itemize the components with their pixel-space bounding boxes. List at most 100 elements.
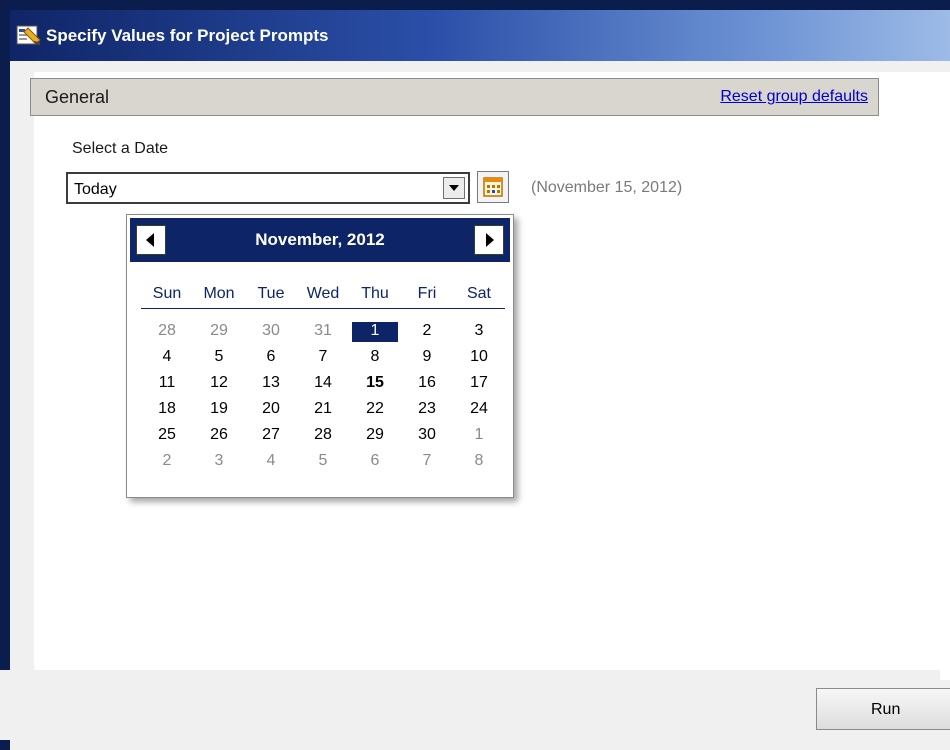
calendar-day-label: 16: [418, 374, 436, 391]
calendar-day[interactable]: 6: [245, 345, 297, 369]
calendar-day-label: 6: [370, 452, 380, 469]
calendar-day[interactable]: 3: [453, 319, 505, 343]
dialog-footer: [0, 670, 940, 740]
calendar-day-label: 17: [470, 374, 488, 391]
calendar-day[interactable]: 4: [141, 345, 193, 369]
calendar-day[interactable]: 25: [141, 423, 193, 447]
date-prompt-label: Select a Date: [72, 140, 169, 157]
day-name-mon: Mon: [203, 285, 235, 302]
calendar-day[interactable]: 5: [297, 449, 349, 473]
calendar-day[interactable]: 28: [141, 319, 193, 343]
calendar-day-label: 7: [318, 348, 328, 365]
calendar-day-label: 18: [158, 400, 176, 417]
calendar-day-label: 29: [366, 426, 384, 443]
calendar-day-label: 23: [418, 400, 436, 417]
calendar-day[interactable]: 20: [245, 397, 297, 421]
calendar-day[interactable]: 14: [297, 371, 349, 395]
group-title: General: [45, 87, 110, 107]
calendar-header: November, 2012: [130, 218, 510, 262]
calendar-day[interactable]: 16: [401, 371, 453, 395]
calendar-day-label: 8: [370, 348, 380, 365]
calendar-day-label: 28: [158, 322, 176, 339]
calendar-day[interactable]: 2: [401, 319, 453, 343]
day-name-thu: Thu: [361, 285, 389, 302]
calendar-day[interactable]: 22: [349, 397, 401, 421]
calendar-day[interactable]: 7: [297, 345, 349, 369]
calendar-day[interactable]: 1: [349, 319, 401, 343]
calendar-day-names: Sun Mon Tue Wed Thu Fri Sat: [141, 285, 505, 309]
calendar-day[interactable]: 30: [245, 319, 297, 343]
calendar-day-label: 4: [266, 452, 276, 469]
calendar-day-label: 1: [370, 322, 380, 339]
calendar-day[interactable]: 29: [193, 319, 245, 343]
calendar-day[interactable]: 8: [453, 449, 505, 473]
calendar-day-label: 3: [474, 322, 484, 339]
calendar-day-label: 12: [210, 374, 228, 391]
calendar-day-label: 20: [262, 400, 280, 417]
title-bar[interactable]: Specify Values for Project Prompts: [10, 10, 950, 61]
calendar-day[interactable]: 5: [193, 345, 245, 369]
date-select-value: Today: [74, 181, 117, 198]
calendar-day[interactable]: 8: [349, 345, 401, 369]
calendar-day[interactable]: 19: [193, 397, 245, 421]
calendar-day[interactable]: 6: [349, 449, 401, 473]
calendar-day[interactable]: 9: [401, 345, 453, 369]
window-title: Specify Values for Project Prompts: [46, 26, 329, 45]
calendar-button[interactable]: [477, 171, 509, 203]
calendar-day-label: 29: [210, 322, 228, 339]
calendar-day-label: 30: [262, 322, 280, 339]
calendar-day-label: 28: [314, 426, 332, 443]
calendar-day-label: 10: [470, 348, 488, 365]
calendar-day[interactable]: 1: [453, 423, 505, 447]
day-name-sun: Sun: [152, 285, 182, 302]
reset-group-defaults-link[interactable]: Reset group defaults: [720, 87, 868, 107]
calendar-day-label: 15: [366, 374, 384, 391]
calendar-day[interactable]: 24: [453, 397, 505, 421]
calendar-day-label: 27: [262, 426, 280, 443]
resolved-date-text: (November 15, 2012): [531, 179, 683, 196]
dropdown-arrow-icon[interactable]: [443, 177, 465, 199]
calendar-day-label: 2: [162, 452, 172, 469]
day-name-tue: Tue: [257, 285, 285, 302]
calendar-day[interactable]: 2: [141, 449, 193, 473]
calendar-day-label: 31: [314, 322, 332, 339]
calendar-day-label: 30: [418, 426, 436, 443]
group-header: General Reset group defaults: [30, 78, 879, 116]
calendar-day-label: 2: [422, 322, 432, 339]
date-select-combobox[interactable]: Today: [66, 172, 470, 204]
calendar-day-label: 25: [158, 426, 176, 443]
calendar-day[interactable]: 26: [193, 423, 245, 447]
calendar-day[interactable]: 15: [349, 371, 401, 395]
calendar-day[interactable]: 4: [245, 449, 297, 473]
calendar-day[interactable]: 10: [453, 345, 505, 369]
calendar-day-label: 7: [422, 452, 432, 469]
app-icon: [16, 25, 41, 45]
calendar-day-label: 5: [214, 348, 224, 365]
calendar-day-grid: 28 29 30 31 1 2 3 4 5 6 7 8 9 10 11 12 13 14 15 16 17 18 19 20 2…: [141, 319, 505, 479]
calendar-day[interactable]: 13: [245, 371, 297, 395]
chevron-right-icon[interactable]: [474, 225, 504, 255]
calendar-day-label: 26: [210, 426, 228, 443]
calendar-day[interactable]: 7: [401, 449, 453, 473]
calendar-day-label: 21: [314, 400, 332, 417]
calendar-day[interactable]: 3: [193, 449, 245, 473]
calendar-day-label: 14: [314, 374, 332, 391]
calendar-month-label: November, 2012: [255, 230, 385, 249]
calendar-day[interactable]: 31: [297, 319, 349, 343]
calendar-day-label: 22: [366, 400, 384, 417]
calendar-day[interactable]: 29: [349, 423, 401, 447]
calendar-day[interactable]: 30: [401, 423, 453, 447]
day-name-fri: Fri: [417, 285, 437, 302]
calendar-day[interactable]: 28: [297, 423, 349, 447]
run-button[interactable]: Run: [816, 688, 950, 730]
calendar-day[interactable]: 23: [401, 397, 453, 421]
calendar-day[interactable]: 27: [245, 423, 297, 447]
calendar-icon: [483, 177, 503, 197]
calendar-popup: November, 2012 Sun Mon Tue Wed Thu Fri Sat 28 2…: [126, 214, 514, 498]
calendar-day[interactable]: 17: [453, 371, 505, 395]
calendar-day-label: 6: [266, 348, 276, 365]
calendar-day[interactable]: 21: [297, 397, 349, 421]
calendar-day[interactable]: 12: [193, 371, 245, 395]
calendar-day[interactable]: 11: [141, 371, 193, 395]
calendar-day[interactable]: 18: [141, 397, 193, 421]
